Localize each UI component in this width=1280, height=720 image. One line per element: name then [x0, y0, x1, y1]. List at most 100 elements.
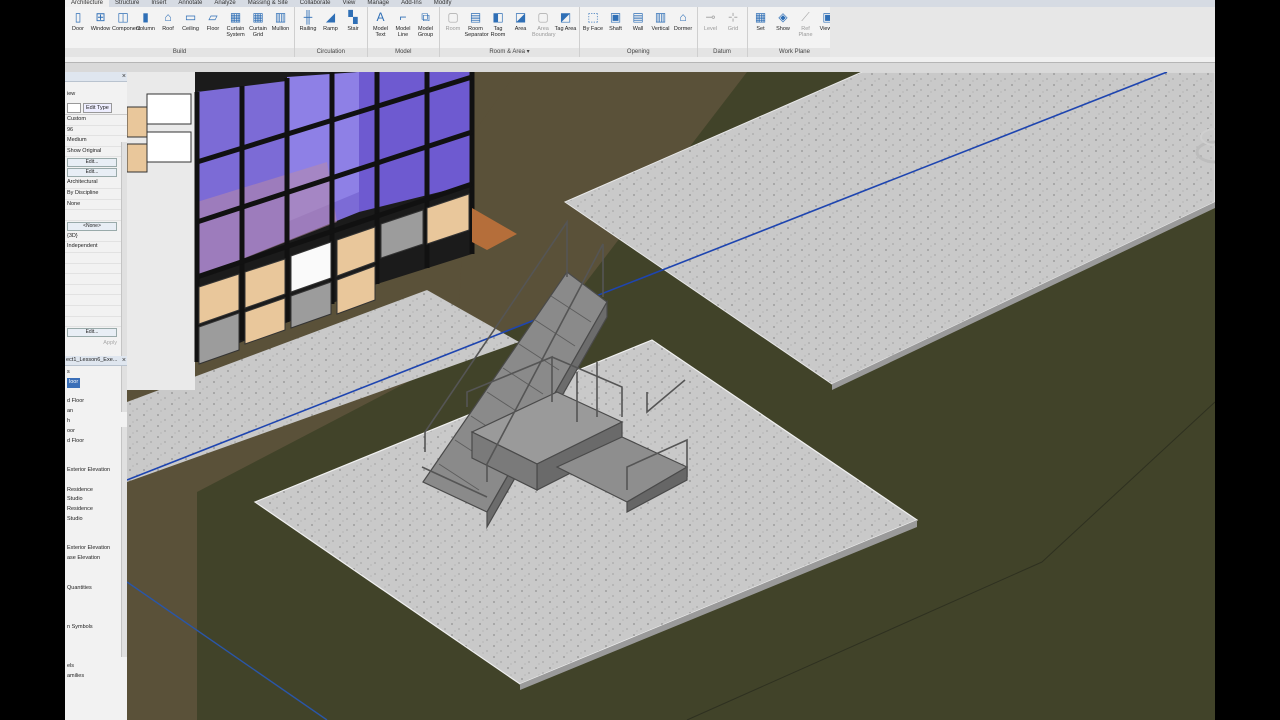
browser-item[interactable]: Exterior Elevation: [65, 544, 127, 554]
ribbon-tab-insert[interactable]: Insert: [145, 0, 172, 7]
level-button[interactable]: ⊸ Level: [700, 10, 722, 48]
window-button[interactable]: ⊞ Window: [90, 10, 112, 48]
browser-item[interactable]: oor: [65, 427, 127, 437]
browser-item[interactable]: [65, 388, 127, 398]
ribbon-tab-architecture[interactable]: Architecture: [65, 0, 110, 7]
ribbon-tab-collaborate[interactable]: Collaborate: [294, 0, 337, 7]
apply-button[interactable]: Apply: [103, 340, 117, 346]
edit-type-button[interactable]: Edit Type: [83, 103, 112, 113]
room-button[interactable]: ▢ Room: [442, 10, 464, 48]
model-group-button[interactable]: ⧉ Model Group: [415, 10, 437, 48]
ramp-button[interactable]: ◢ Ramp: [320, 10, 342, 48]
browser-item[interactable]: [65, 613, 127, 623]
browser-item[interactable]: [65, 535, 127, 545]
property-edit-button[interactable]: Edit...: [67, 168, 117, 178]
ribbon-button-label: Area Boundary: [532, 26, 556, 38]
ribbon-tab-view[interactable]: View: [336, 0, 361, 7]
roof-button[interactable]: ⌂ Roof: [157, 10, 179, 48]
column-button[interactable]: ▮ Column: [135, 10, 157, 48]
model-line-button[interactable]: ⌐ Model Line: [392, 10, 414, 48]
property-edit-button[interactable]: Edit...: [67, 328, 117, 338]
browser-item[interactable]: h: [65, 417, 127, 427]
component-button[interactable]: ◫ Component: [112, 10, 140, 48]
vertical-button[interactable]: ▥ Vertical: [650, 10, 672, 48]
browser-item[interactable]: [65, 603, 127, 613]
project-browser-header: ect1_Lesson6_Exe... ×: [65, 356, 127, 367]
browser-item[interactable]: Residence: [65, 486, 127, 496]
ribbon-tab-structure[interactable]: Structure: [109, 0, 145, 7]
show-button[interactable]: ◈ Show: [772, 10, 794, 48]
ribbon-tab-annotate[interactable]: Annotate: [172, 0, 208, 7]
ribbon-tab-add-ins[interactable]: Add-Ins: [395, 0, 428, 7]
stair-button[interactable]: ▚ Stair: [342, 10, 364, 48]
ribbon-tab-analyze[interactable]: Analyze: [208, 0, 241, 7]
browser-item[interactable]: els: [65, 662, 127, 672]
ribbon-button-label: Roof: [162, 26, 174, 32]
tag-area-button[interactable]: ◩ Tag Area: [555, 10, 577, 48]
browser-item[interactable]: Studio: [65, 515, 127, 525]
property-value: Architectural: [65, 178, 127, 189]
browser-item[interactable]: Quantities: [65, 584, 127, 594]
type-selector[interactable]: iew: [65, 82, 127, 102]
grid-button[interactable]: ⊹ Grid: [722, 10, 744, 48]
ribbon-tab-modify[interactable]: Modify: [428, 0, 458, 7]
property-edit-button[interactable]: Edit...: [67, 158, 117, 168]
browser-item[interactable]: [65, 652, 127, 662]
property-edit-button[interactable]: <None>: [67, 221, 117, 231]
ref-plane-button[interactable]: ⟋ Ref Plane: [795, 10, 817, 48]
set-button[interactable]: ▦ Set: [750, 10, 772, 48]
browser-item[interactable]: amilies: [65, 672, 127, 682]
browser-item[interactable]: d Floor: [65, 397, 127, 407]
model-text-button[interactable]: A Model Text: [370, 10, 392, 48]
steering-wheel-icon[interactable]: [1193, 117, 1215, 177]
close-icon[interactable]: ×: [122, 72, 126, 81]
floor-button[interactable]: ▱ Floor: [202, 10, 224, 48]
ribbon-panel-title: Datum: [697, 48, 747, 57]
area-button[interactable]: ◪ Area: [510, 10, 532, 48]
close-icon[interactable]: ×: [122, 356, 126, 365]
instance-filter-dropdown[interactable]: [67, 103, 81, 113]
browser-item[interactable]: [65, 456, 127, 466]
roof-icon: ⌂: [164, 10, 172, 24]
browser-item[interactable]: [65, 446, 127, 456]
tag-room-button[interactable]: ◧ Tag Room: [487, 10, 509, 48]
door-button[interactable]: ▯ Door: [67, 10, 89, 48]
browser-item[interactable]: [65, 564, 127, 574]
model-line-icon: ⌐: [399, 10, 407, 24]
browser-item[interactable]: ase Elevation: [65, 554, 127, 564]
railing-button[interactable]: ╫ Railing: [297, 10, 319, 48]
browser-item-label: Studio: [67, 496, 83, 503]
curtain-system-button[interactable]: ▦ Curtain System: [225, 10, 247, 48]
browser-item[interactable]: [65, 633, 127, 643]
property-value: [65, 210, 127, 221]
view-type-label: iew: [67, 91, 76, 97]
mullion-button[interactable]: ▥ Mullion: [270, 10, 292, 48]
browser-item[interactable]: an: [65, 407, 127, 417]
ceiling-icon: ▭: [184, 10, 197, 24]
ribbon-tab-massing-site[interactable]: Massing & Site: [242, 0, 294, 7]
ceiling-button[interactable]: ▭ Ceiling: [180, 10, 202, 48]
browser-item-label: an: [67, 408, 74, 415]
shaft-icon: ▣: [609, 10, 622, 24]
3d-viewport[interactable]: [127, 72, 1215, 720]
curtain-grid-button[interactable]: ▦ Curtain Grid: [247, 10, 269, 48]
browser-item[interactable]: [65, 642, 127, 652]
browser-item[interactable]: Residence: [65, 505, 127, 515]
browser-item[interactable]: s: [65, 368, 127, 378]
room-separator-button[interactable]: ▤ Room Separator: [465, 10, 489, 48]
area-boundary-button[interactable]: ▢ Area Boundary: [532, 10, 556, 48]
dormer-button[interactable]: ⌂ Dormer: [672, 10, 694, 48]
wall-button[interactable]: ▤ Wall: [627, 10, 649, 48]
by-face-button[interactable]: ⬚ By Face: [582, 10, 604, 48]
shaft-button[interactable]: ▣ Shaft: [605, 10, 627, 48]
browser-item[interactable]: n Symbols: [65, 623, 127, 633]
browser-item[interactable]: Exterior Elevation: [65, 466, 127, 476]
browser-item[interactable]: d Floor: [65, 437, 127, 447]
ribbon-tab-manage[interactable]: Manage: [361, 0, 395, 7]
browser-item[interactable]: [65, 525, 127, 535]
browser-item[interactable]: Studio: [65, 495, 127, 505]
browser-item[interactable]: [65, 574, 127, 584]
browser-item[interactable]: loor: [65, 377, 127, 388]
browser-item[interactable]: [65, 476, 127, 486]
browser-item[interactable]: [65, 593, 127, 603]
